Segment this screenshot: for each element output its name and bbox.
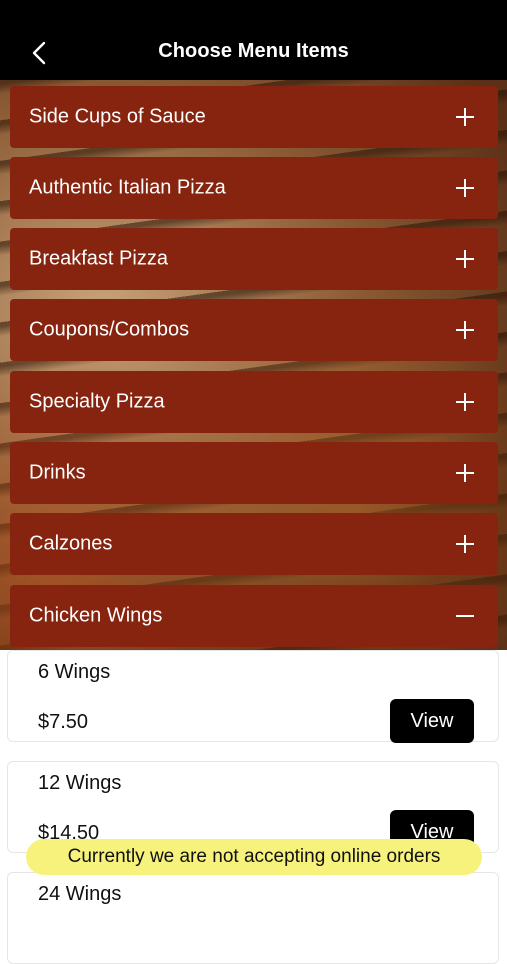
item-price: $7.50	[38, 711, 89, 733]
item-name: 6 Wings	[38, 661, 111, 683]
category-label: Specialty Pizza	[29, 390, 165, 413]
plus-icon	[454, 533, 476, 555]
category-label: Calzones	[29, 532, 113, 555]
category-label: Side Cups of Sauce	[29, 105, 206, 128]
item-name: 12 Wings	[38, 772, 122, 794]
category-authentic-italian-pizza[interactable]: Authentic Italian Pizza	[10, 157, 498, 219]
view-button[interactable]: View	[390, 699, 474, 743]
category-label: Chicken Wings	[29, 604, 163, 627]
category-label: Authentic Italian Pizza	[29, 176, 226, 199]
plus-icon	[454, 319, 476, 341]
category-breakfast-pizza[interactable]: Breakfast Pizza	[10, 228, 498, 290]
plus-icon	[454, 177, 476, 199]
menu-item-card: 6 Wings $7.50 View	[7, 650, 499, 743]
minus-icon	[454, 605, 476, 627]
category-specialty-pizza[interactable]: Specialty Pizza	[10, 371, 498, 433]
orders-closed-banner: Currently we are not accepting online or…	[26, 839, 482, 875]
category-coupons-combos[interactable]: Coupons/Combos	[10, 299, 498, 361]
app-header: Choose Menu Items	[0, 0, 507, 80]
category-drinks[interactable]: Drinks	[10, 442, 498, 504]
category-label: Breakfast Pizza	[29, 247, 168, 270]
category-label: Drinks	[29, 461, 86, 484]
plus-icon	[454, 248, 476, 270]
category-chicken-wings[interactable]: Chicken Wings	[10, 585, 498, 647]
category-label: Coupons/Combos	[29, 318, 190, 341]
plus-icon	[454, 106, 476, 128]
item-name: 24 Wings	[38, 883, 122, 905]
category-side-cups-of-sauce[interactable]: Side Cups of Sauce	[10, 86, 498, 148]
plus-icon	[454, 462, 476, 484]
category-calzones[interactable]: Calzones	[10, 513, 498, 575]
page-title: Choose Menu Items	[158, 40, 349, 62]
menu-item-card: 24 Wings	[7, 872, 499, 964]
plus-icon	[454, 391, 476, 413]
